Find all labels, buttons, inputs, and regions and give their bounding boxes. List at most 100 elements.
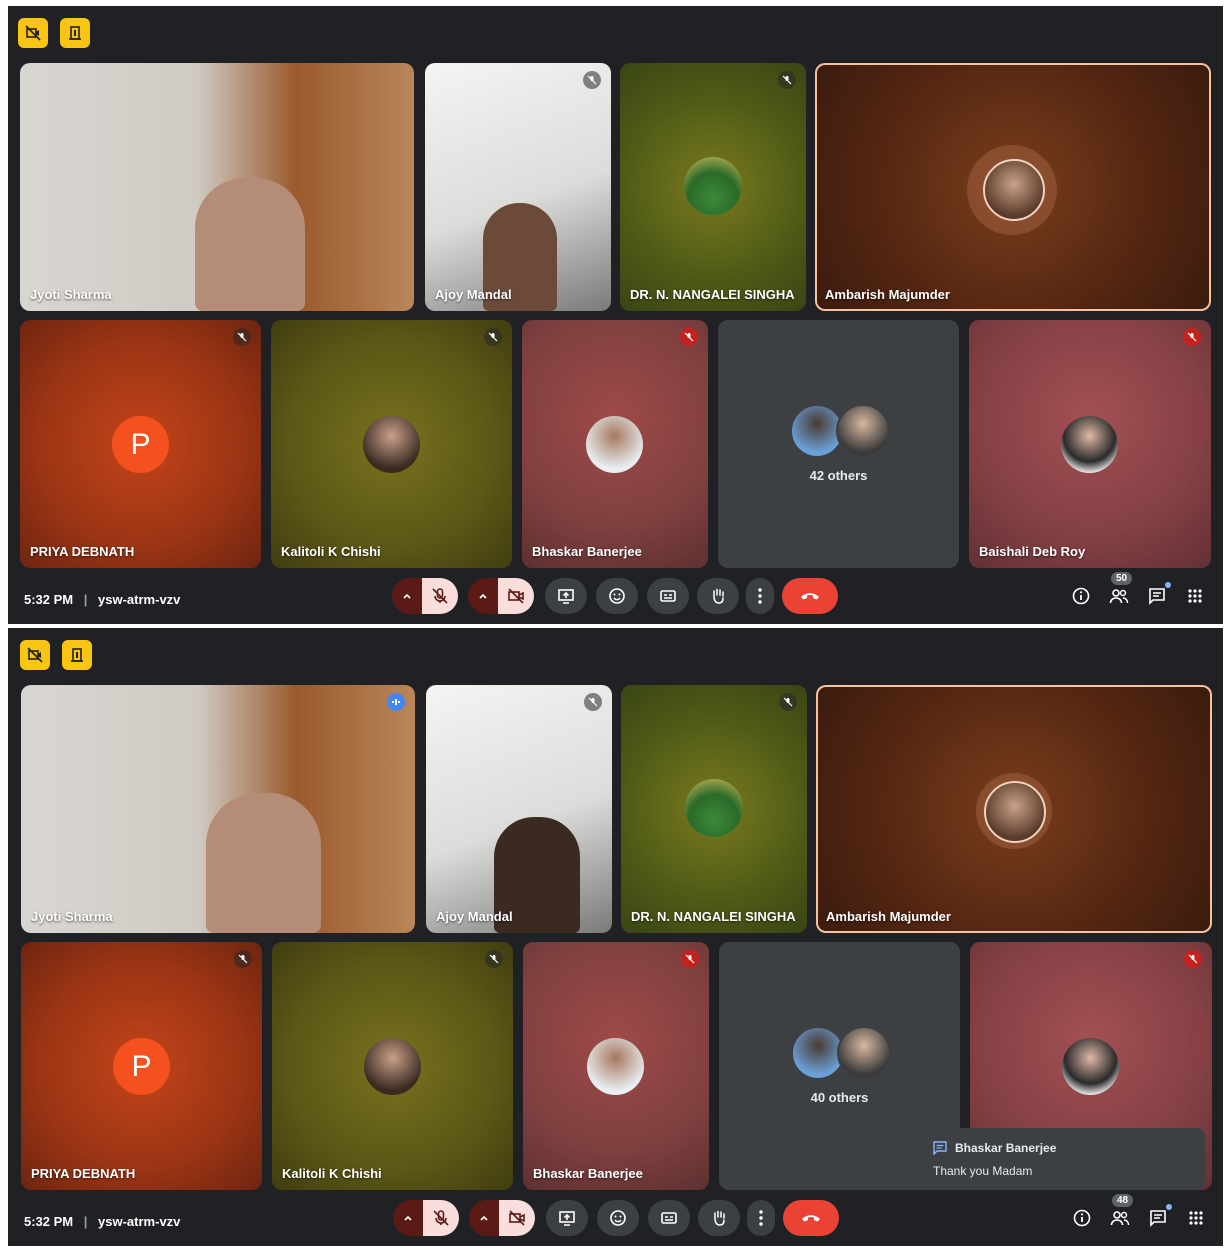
camera-off-indicator-icon[interactable] <box>20 640 50 670</box>
mic-off-icon <box>433 1210 449 1226</box>
present-screen-button[interactable] <box>545 578 587 614</box>
meeting-info: 5:32 PM | ysw-atrm-vzv <box>24 592 180 607</box>
door-exit-icon[interactable] <box>60 18 90 48</box>
people-button[interactable]: 50 <box>1107 572 1133 608</box>
participant-tile-bhaskar-banerjee[interactable]: Bhaskar Banerjee <box>523 942 709 1190</box>
reactions-button[interactable] <box>597 1200 639 1236</box>
mic-muted-icon <box>583 71 601 89</box>
chat-message-toast[interactable]: Bhaskar Banerjee Thank you Madam <box>920 1128 1205 1190</box>
chevron-up-icon <box>403 593 411 599</box>
camera-toggle-button[interactable] <box>498 578 534 614</box>
participant-avatar <box>1061 416 1118 473</box>
others-count: 42 others <box>809 468 868 483</box>
leave-call-button[interactable] <box>782 578 838 614</box>
microphone-toggle-button[interactable] <box>423 1200 459 1236</box>
clock-time: 5:32 PM <box>24 592 74 607</box>
others-avatar-2 <box>836 404 890 458</box>
participant-count-badge: 48 <box>1112 1194 1134 1207</box>
emoji-icon <box>609 588 625 604</box>
captions-icon <box>661 1212 677 1224</box>
participant-name: PRIYA DEBNATH <box>31 1166 136 1181</box>
mic-muted-icon <box>485 950 503 968</box>
apps-grid-icon <box>1189 1211 1203 1225</box>
leave-call-button[interactable] <box>783 1200 839 1236</box>
toast-sender: Bhaskar Banerjee <box>955 1141 1057 1155</box>
participant-tile-kalitoli-chishi[interactable]: Kalitoli K Chishi <box>272 942 513 1190</box>
more-options-button[interactable] <box>746 578 774 614</box>
video-feed <box>206 793 321 933</box>
participant-tile-bhaskar-banerjee[interactable]: Bhaskar Banerjee <box>522 320 708 568</box>
participant-avatar <box>983 159 1045 221</box>
meeting-screenshot-1: Jyoti Sharma Ajoy Mandal DR. N. NANGALEI… <box>8 6 1223 624</box>
raise-hand-button[interactable] <box>697 578 739 614</box>
chat-button[interactable] <box>1146 1204 1172 1230</box>
people-icon <box>1109 589 1129 604</box>
meeting-code: ysw-atrm-vzv <box>98 1214 181 1229</box>
others-avatar-2 <box>837 1026 891 1080</box>
chat-icon <box>1150 1210 1166 1227</box>
participant-tile-priya-debnath[interactable]: P PRIYA DEBNATH <box>21 942 262 1190</box>
participant-tile-baishali-deb-roy[interactable]: Baishali Deb Roy <box>969 320 1211 568</box>
activities-button[interactable] <box>1184 1206 1208 1230</box>
more-options-button[interactable] <box>747 1200 775 1236</box>
unread-dot <box>1165 582 1171 588</box>
more-vert-icon <box>758 588 762 604</box>
participant-name: DR. N. NANGALEI SINGHA <box>630 287 795 302</box>
participant-tile-jyoti-sharma[interactable]: Jyoti Sharma <box>20 63 414 311</box>
raise-hand-button[interactable] <box>698 1200 740 1236</box>
participant-avatar <box>984 781 1046 843</box>
mic-muted-icon <box>779 693 797 711</box>
participant-name: Baishali Deb Roy <box>979 544 1086 559</box>
audio-options-button[interactable] <box>393 1200 423 1236</box>
chat-button[interactable] <box>1145 582 1171 608</box>
reactions-button[interactable] <box>596 578 638 614</box>
info-icon <box>1072 587 1090 605</box>
clock-time: 5:32 PM <box>24 1214 74 1229</box>
captions-button[interactable] <box>648 1200 690 1236</box>
present-screen-button[interactable] <box>546 1200 588 1236</box>
participant-tile-ajoy-mandal[interactable]: Ajoy Mandal <box>426 685 612 933</box>
participant-tile-priya-debnath[interactable]: P PRIYA DEBNATH <box>20 320 261 568</box>
mic-muted-icon <box>234 950 252 968</box>
participant-name: Kalitoli K Chishi <box>282 1166 382 1181</box>
participant-tile-nangalei-singha[interactable]: DR. N. NANGALEI SINGHA <box>620 63 806 311</box>
mic-muted-icon <box>680 328 698 346</box>
video-feed <box>195 178 305 311</box>
camera-off-indicator-icon[interactable] <box>18 18 48 48</box>
participant-avatar <box>1062 1038 1119 1095</box>
participant-tile-kalitoli-chishi[interactable]: Kalitoli K Chishi <box>271 320 512 568</box>
chat-icon <box>933 1141 947 1155</box>
hand-icon <box>713 588 724 604</box>
others-count: 40 others <box>810 1090 869 1105</box>
participant-avatar <box>587 1038 644 1095</box>
participant-tile-ambarish-majumder[interactable]: Ambarish Majumder <box>815 63 1211 311</box>
info-icon <box>1073 1209 1091 1227</box>
activities-button[interactable] <box>1183 584 1207 608</box>
captions-button[interactable] <box>647 578 689 614</box>
participant-name: Ambarish Majumder <box>826 909 951 924</box>
chat-icon <box>1149 588 1165 605</box>
participant-tile-jyoti-sharma[interactable]: Jyoti Sharma <box>21 685 415 933</box>
participant-tile-ajoy-mandal[interactable]: Ajoy Mandal <box>425 63 611 311</box>
meeting-details-button[interactable] <box>1069 584 1093 608</box>
meeting-details-button[interactable] <box>1070 1206 1094 1230</box>
hand-icon <box>714 1210 725 1226</box>
participant-tile-nangalei-singha[interactable]: DR. N. NANGALEI SINGHA <box>621 685 807 933</box>
camera-toggle-button[interactable] <box>499 1200 535 1236</box>
toast-message: Thank you Madam <box>933 1164 1033 1178</box>
door-exit-icon[interactable] <box>62 640 92 670</box>
camera-off-icon <box>508 588 524 604</box>
toast-header: Bhaskar Banerjee <box>933 1141 1056 1155</box>
initial-avatar: P <box>113 1038 170 1095</box>
microphone-toggle-button[interactable] <box>422 578 458 614</box>
video-options-button[interactable] <box>468 578 498 614</box>
hang-up-icon <box>802 1215 820 1222</box>
separator: | <box>83 1214 88 1229</box>
others-tile[interactable]: 42 others <box>718 320 959 568</box>
people-button[interactable]: 48 <box>1108 1194 1134 1230</box>
participant-tile-ambarish-majumder[interactable]: Ambarish Majumder <box>816 685 1212 933</box>
participant-name: Ajoy Mandal <box>435 287 512 302</box>
audio-options-button[interactable] <box>392 578 422 614</box>
video-options-button[interactable] <box>469 1200 499 1236</box>
participant-name: DR. N. NANGALEI SINGHA <box>631 909 796 924</box>
